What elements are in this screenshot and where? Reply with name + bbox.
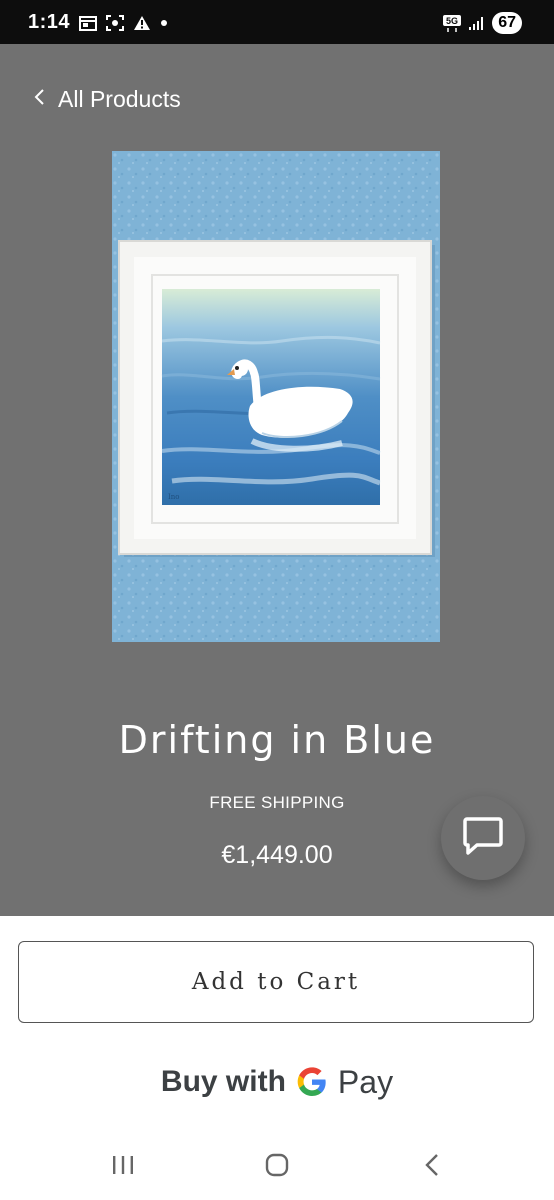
battery-level: 67 — [492, 12, 522, 34]
system-navigation-bar — [0, 1132, 554, 1200]
back-to-all-products-link[interactable]: All Products — [32, 86, 181, 113]
back-icon — [421, 1151, 443, 1184]
calendar-icon — [79, 15, 98, 31]
back-button[interactable] — [412, 1152, 452, 1182]
status-time: 1:14 — [28, 11, 71, 33]
product-area: All Products Ino Drifting in Blue FREE S… — [0, 44, 554, 916]
chat-bubble-icon — [460, 813, 506, 864]
network-5g-icon: 5G — [442, 13, 462, 33]
status-bar: 1:14 5G 67 — [0, 0, 554, 44]
svg-text:Ino: Ino — [168, 493, 180, 501]
google-g-icon — [296, 1066, 328, 1098]
status-left: 1:14 — [28, 11, 168, 34]
chevron-left-icon — [32, 87, 48, 112]
product-image[interactable]: Ino — [112, 151, 440, 642]
signal-icon — [468, 15, 486, 31]
back-link-label: All Products — [58, 86, 181, 112]
buy-with-google-pay-button[interactable]: Buy with Pay — [0, 1056, 554, 1108]
recents-icon — [110, 1153, 136, 1182]
status-right: 5G 67 — [442, 12, 522, 34]
screenshot-icon — [106, 14, 125, 31]
add-to-cart-button[interactable]: Add to Cart — [18, 941, 534, 1023]
notification-dot-icon — [160, 19, 168, 27]
recents-button[interactable] — [103, 1152, 143, 1182]
home-button[interactable] — [257, 1152, 297, 1182]
product-title: Drifting in Blue — [118, 718, 436, 762]
gpay-prefix-text: Buy with — [160, 1065, 286, 1098]
home-icon — [263, 1151, 291, 1184]
gpay-suffix-text: Pay — [337, 1063, 394, 1100]
warning-icon — [133, 15, 151, 31]
chat-button[interactable] — [441, 796, 525, 880]
svg-text:5G: 5G — [446, 16, 458, 26]
